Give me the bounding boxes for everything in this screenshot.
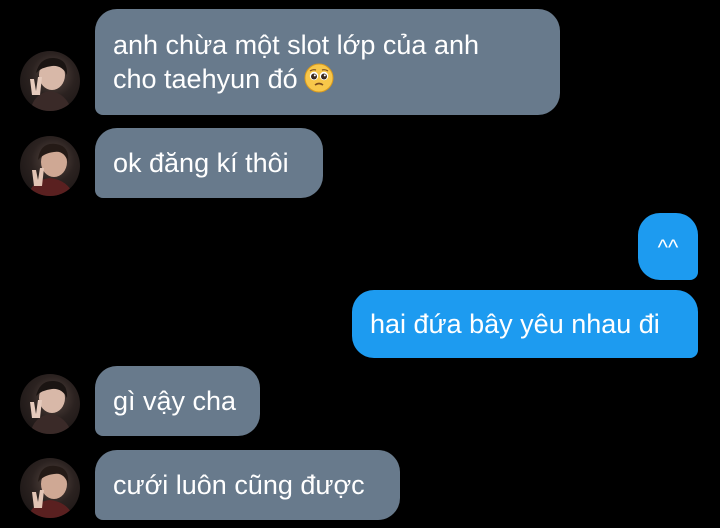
message-bubble-incoming[interactable]: gì vậy cha <box>95 366 260 436</box>
message-bubble-incoming[interactable]: anh chừa một slot lớp của anh cho taehyu… <box>95 9 560 115</box>
pleading-face-icon <box>304 63 334 101</box>
message-bubble-incoming[interactable]: cưới luôn cũng được <box>95 450 400 520</box>
message-text: ^^ <box>657 235 679 260</box>
message-text: cưới luôn cũng được <box>113 470 365 500</box>
contact-avatar[interactable] <box>20 458 80 518</box>
message-text: hai đứa bây yêu nhau đi <box>370 309 660 339</box>
message-bubble-outgoing[interactable]: hai đứa bây yêu nhau đi <box>352 290 698 358</box>
message-text: gì vậy cha <box>113 386 237 416</box>
message-text: cho taehyun đó <box>113 62 560 101</box>
message-text: ok đăng kí thôi <box>113 148 289 178</box>
message-bubble-incoming[interactable]: ok đăng kí thôi <box>95 128 323 198</box>
contact-avatar[interactable] <box>20 136 80 196</box>
message-text: anh chừa một slot lớp của anh <box>113 30 479 60</box>
contact-avatar[interactable] <box>20 51 80 111</box>
contact-avatar[interactable] <box>20 374 80 434</box>
message-bubble-outgoing[interactable]: ^^ <box>638 213 698 280</box>
